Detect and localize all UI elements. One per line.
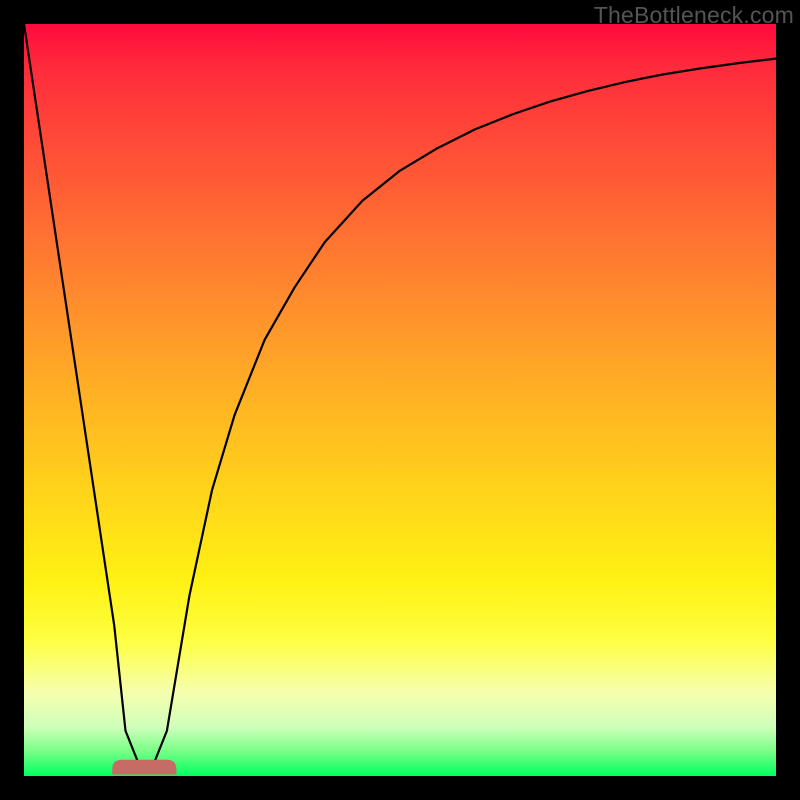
background-gradient [24, 24, 776, 776]
chart-plot-area [24, 24, 776, 776]
